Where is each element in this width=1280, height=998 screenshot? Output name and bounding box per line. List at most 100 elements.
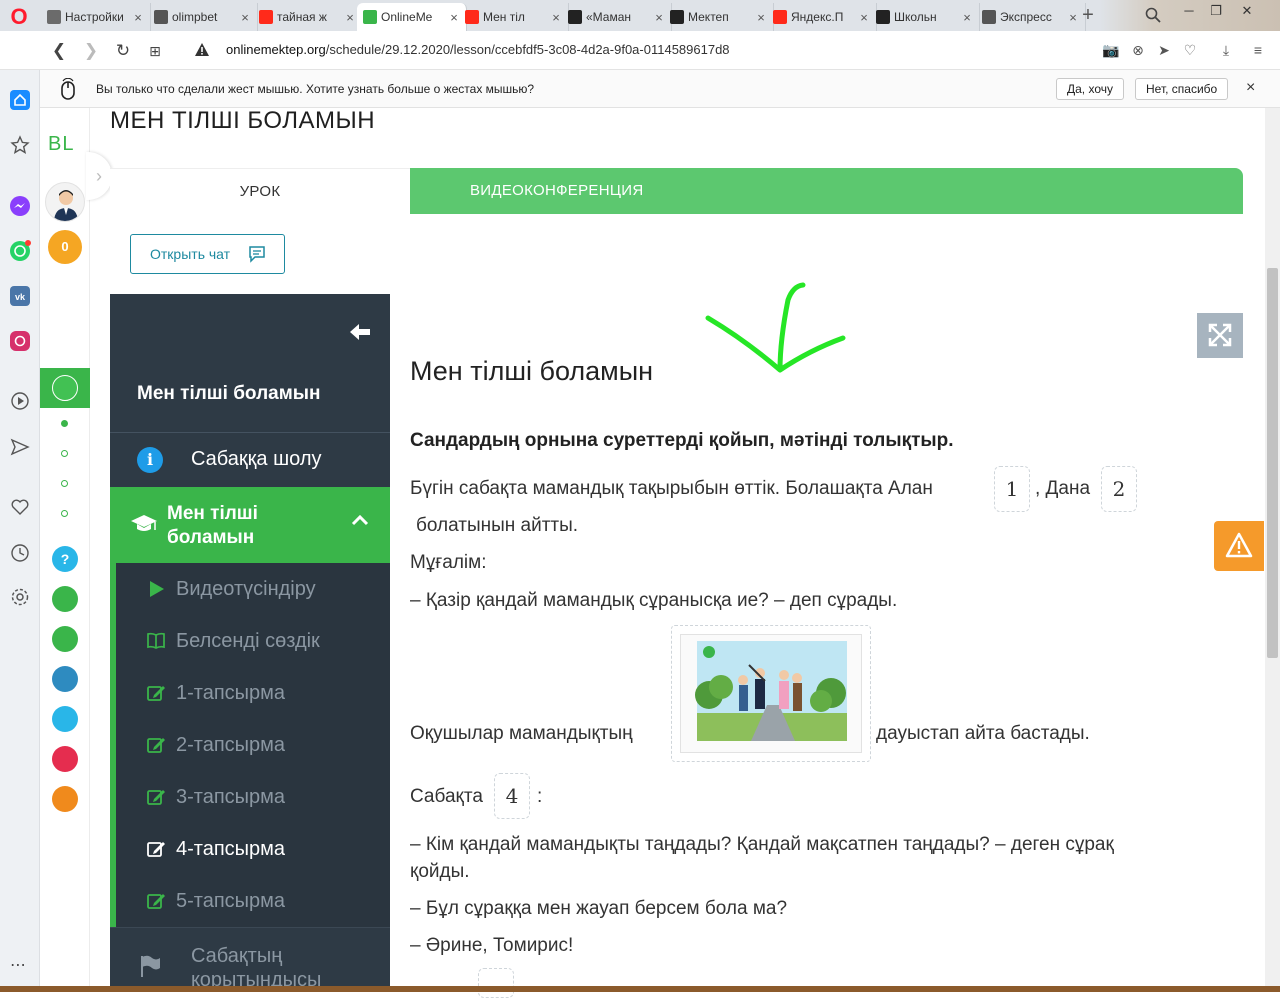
new-tab-button[interactable]: + — [1078, 5, 1098, 25]
reporters-image[interactable] — [680, 634, 862, 753]
browser-tab[interactable]: тайная ж × — [253, 3, 363, 31]
heart-icon[interactable] — [9, 496, 31, 518]
rail-dot[interactable] — [61, 450, 68, 457]
minimize-button[interactable]: ─ — [1178, 2, 1200, 20]
send-icon[interactable]: ➤ — [1155, 41, 1173, 59]
download-icon[interactable]: ⤓ — [1217, 41, 1235, 59]
bl-logo[interactable]: BL — [48, 134, 82, 154]
nav-subitem[interactable]: 5-тапсырма — [116, 875, 390, 927]
gesture-no-button[interactable]: Нет, спасибо — [1135, 78, 1229, 100]
maximize-button[interactable]: ❐ — [1205, 2, 1227, 20]
page-scrollbar[interactable] — [1265, 108, 1280, 992]
browser-tab[interactable]: Яндекс.П × — [767, 3, 877, 31]
whatsapp-icon[interactable] — [9, 240, 31, 262]
vk-icon[interactable]: vk — [9, 285, 31, 307]
url-field[interactable]: onlinemektep.org/schedule/29.12.2020/les… — [226, 42, 730, 57]
nav-subitem-label: 4-тапсырма — [176, 838, 286, 860]
rail-expand-button[interactable]: › — [86, 152, 112, 200]
close-tab-icon[interactable]: × — [961, 10, 973, 25]
arrow-left-icon[interactable] — [348, 322, 372, 342]
rail-item-onlinemektep[interactable] — [40, 368, 90, 408]
heart-icon[interactable]: ♡ — [1181, 41, 1199, 59]
star-icon[interactable] — [9, 134, 31, 156]
tab-videoconference[interactable]: ВИДЕОКОНФЕРЕНЦИЯ — [410, 168, 1243, 214]
test-icon[interactable] — [52, 706, 78, 732]
close-tab-icon[interactable]: × — [239, 10, 251, 25]
close-tab-icon[interactable]: × — [858, 10, 870, 25]
coins-badge[interactable]: 0 — [48, 230, 82, 264]
adblock-icon[interactable]: ⊗ — [1129, 41, 1147, 59]
close-tab-icon[interactable]: × — [755, 10, 767, 25]
mouse-icon — [61, 78, 75, 100]
open-chat-button[interactable]: Открыть чат — [130, 234, 285, 274]
lesson-tabs: УРОК ВИДЕОКОНФЕРЕНЦИЯ — [110, 168, 1243, 214]
yandex-icon — [465, 10, 479, 24]
history-icon[interactable] — [9, 542, 31, 564]
menu-icon[interactable]: ≡ — [1249, 41, 1267, 59]
flow-icon[interactable] — [9, 436, 31, 458]
nav-subitem[interactable]: 4-тапсырма — [116, 823, 390, 875]
instagram-icon[interactable] — [9, 330, 31, 352]
warning-icon[interactable] — [194, 42, 210, 58]
close-tab-icon[interactable]: × — [550, 10, 562, 25]
nav-subitem[interactable]: 2-тапсырма — [116, 719, 390, 771]
nav-item-overview[interactable]: i Сабаққа шолу — [110, 433, 390, 487]
back-icon[interactable]: ❮ — [48, 40, 70, 62]
browser-tab[interactable]: Мен тіл × — [459, 3, 569, 31]
browser-tab[interactable]: Мектеп × — [664, 3, 774, 31]
avatar[interactable] — [45, 182, 85, 222]
nav-subitem[interactable]: Видеотүсіндіру — [116, 563, 390, 615]
messenger-icon[interactable] — [9, 195, 31, 217]
scrollbar-thumb[interactable] — [1267, 268, 1278, 658]
home-icon[interactable] — [9, 89, 31, 111]
close-window-button[interactable]: ✕ — [1236, 2, 1258, 20]
tab-title: Мектеп — [688, 10, 729, 24]
rail-dot[interactable] — [61, 420, 68, 427]
forward-icon[interactable]: ❯ — [80, 40, 102, 62]
bilimbook-icon[interactable] — [52, 666, 78, 692]
tab-title: Яндекс.П — [791, 10, 844, 24]
chevron-up-icon[interactable] — [351, 513, 369, 527]
player-icon[interactable] — [9, 390, 31, 412]
close-icon[interactable]: × — [1246, 79, 1255, 97]
browser-tab[interactable]: Экспресс × — [976, 3, 1086, 31]
report-problem-button[interactable] — [1214, 521, 1264, 571]
pisa-icon[interactable] — [52, 586, 78, 612]
more-icon[interactable]: ⋯ — [10, 955, 26, 975]
reload-icon[interactable]: ↻ — [112, 40, 134, 62]
tab-lesson[interactable]: УРОК — [110, 168, 410, 214]
answer-slot-1[interactable]: 1 — [994, 466, 1030, 512]
settings-icon[interactable] — [9, 586, 31, 608]
close-tab-icon[interactable]: × — [132, 10, 144, 25]
help-icon[interactable]: ? — [52, 546, 78, 572]
rail-dot[interactable] — [61, 510, 68, 517]
bilimland-icon[interactable] — [52, 626, 78, 652]
speed-dial-icon[interactable]: ⊞ — [144, 40, 166, 62]
fullscreen-button[interactable] — [1197, 313, 1243, 358]
gesture-yes-button[interactable]: Да, хочу — [1056, 78, 1124, 100]
nav-subitem[interactable]: Белсенді сөздік — [116, 615, 390, 667]
opera-logo-icon[interactable]: O — [8, 6, 30, 28]
twig-icon[interactable] — [52, 746, 78, 772]
nav-subitem[interactable]: 3-тапсырма — [116, 771, 390, 823]
browser-tab[interactable]: «Маман × — [562, 3, 672, 31]
bilimmap-icon[interactable] — [52, 786, 78, 812]
nav-subitem-label: 3-тапсырма — [176, 786, 286, 808]
nav-item-current-topic[interactable]: Мен тілші боламын — [110, 487, 390, 563]
search-icon[interactable] — [1144, 6, 1162, 24]
browser-tab[interactable]: Настройки × — [41, 3, 151, 31]
nav-item-summary[interactable]: Сабақтың қорытындысы — [110, 927, 390, 992]
browser-tab[interactable]: olimpbet × — [148, 3, 258, 31]
answer-slot-4[interactable]: 4 — [494, 773, 530, 819]
answer-slot-next[interactable] — [478, 968, 514, 998]
browser-tab[interactable]: Школьн × — [870, 3, 980, 31]
answer-slot-3-image[interactable] — [671, 625, 871, 762]
browser-tab[interactable]: OnlineMe × — [357, 3, 467, 31]
nav-subitem[interactable]: 1-тапсырма — [116, 667, 390, 719]
flag-icon — [141, 955, 160, 977]
close-tab-icon[interactable]: × — [344, 10, 356, 25]
expand-icon — [1208, 323, 1232, 347]
rail-dot[interactable] — [61, 480, 68, 487]
answer-slot-2[interactable]: 2 — [1101, 466, 1137, 512]
camera-icon[interactable]: 📷 — [1102, 41, 1120, 59]
